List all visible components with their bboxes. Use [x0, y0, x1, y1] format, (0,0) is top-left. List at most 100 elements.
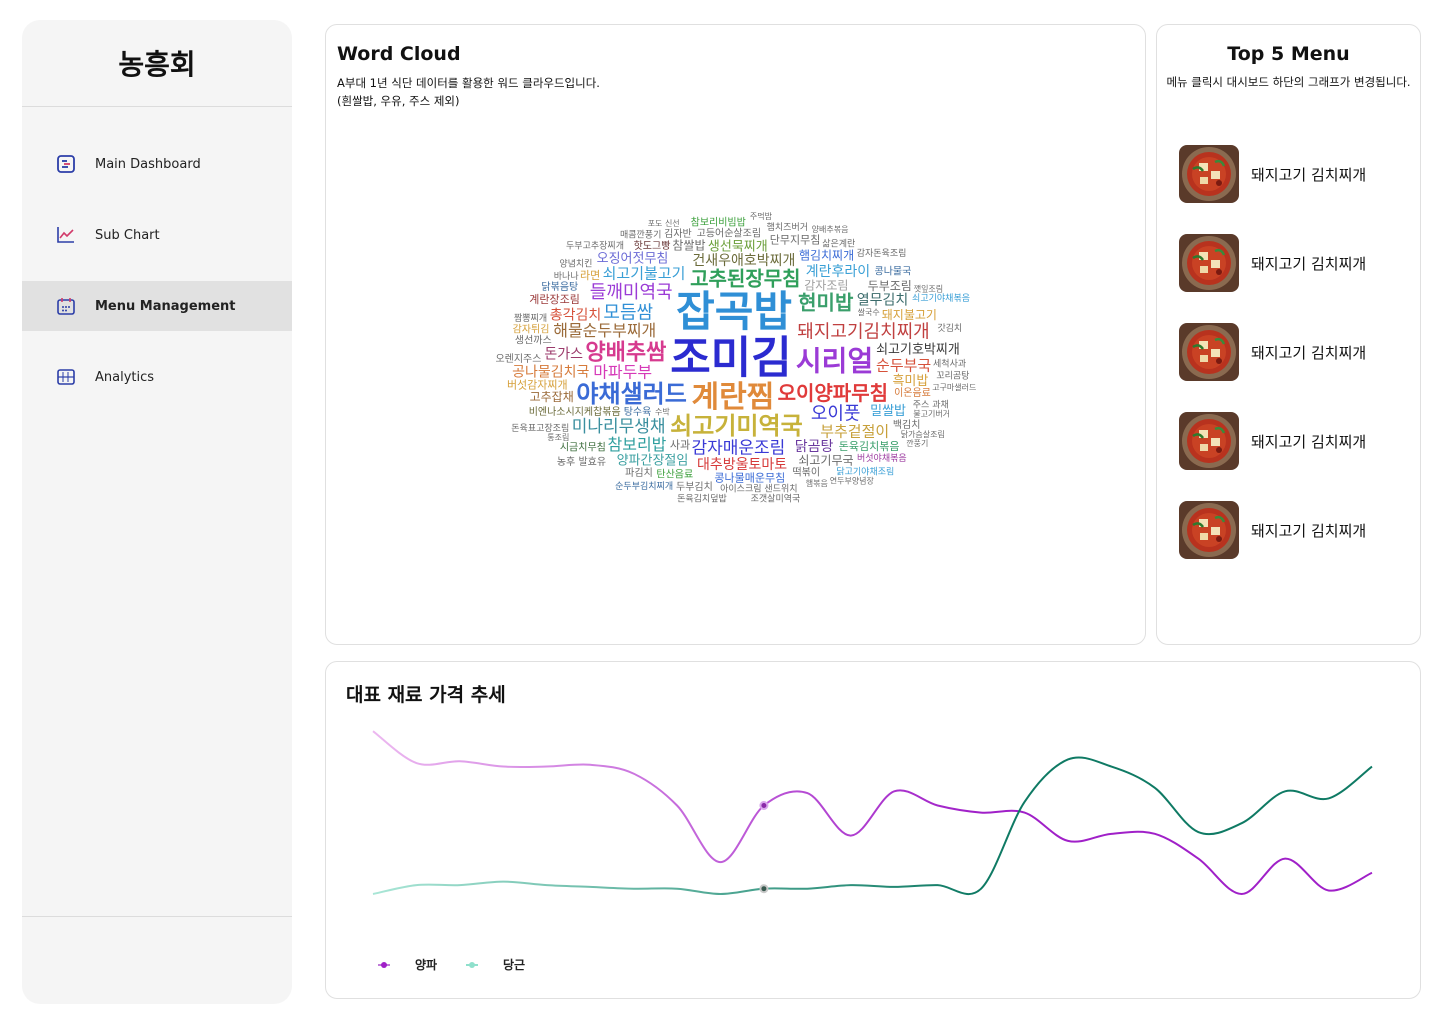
legend-label: 양파 — [415, 957, 437, 972]
sidebar-item-menu-management[interactable]: Menu Management — [22, 281, 292, 331]
word-cloud-word: 핫도그빵 — [634, 240, 671, 252]
word-cloud-word: 콩나물매운무침 — [714, 471, 785, 484]
word-cloud-word: 마파두부 — [593, 363, 652, 382]
word-cloud-word: 탕수육 — [624, 406, 652, 418]
sidebar-item-analytics[interactable]: Analytics — [22, 352, 292, 402]
word-cloud-word: 오징어젓무침 — [597, 251, 669, 266]
word-cloud-word: 탄산음료 — [656, 469, 693, 481]
word-cloud-word: 햄치즈버거 — [767, 221, 808, 233]
word-cloud-word: 연두부양념장 — [830, 475, 875, 485]
word-cloud-word: 돼지고기김치찌개 — [797, 321, 929, 342]
word-cloud-word: 감자매운조림 — [691, 438, 785, 458]
word-cloud-description-line1: A부대 1년 식단 데이터를 활용한 워드 클라우드입니다. — [337, 76, 600, 90]
word-cloud-word: 야채샐러드 — [576, 380, 686, 408]
top-menu-title: Top 5 Menu — [1227, 43, 1350, 65]
legend-label: 당근 — [503, 957, 525, 972]
word-cloud-word: 조미김 — [670, 333, 791, 384]
word-cloud-word: 고추잡채 — [530, 390, 574, 404]
top-menu-item[interactable]: 돼지고기 김치찌개 — [1179, 234, 1409, 292]
word-cloud-description-line2: (흰쌀밥, 우유, 주스 제외) — [337, 94, 460, 108]
stew-image — [1179, 323, 1239, 381]
dashboard-icon — [56, 154, 76, 174]
word-cloud-word: 쇠고기야채볶음 — [912, 293, 970, 304]
word-cloud-word: 라면 — [580, 269, 600, 282]
top-menu-item-label: 돼지고기 김치찌개 — [1251, 432, 1367, 451]
legend-item[interactable]: 양파 — [378, 957, 437, 972]
word-cloud-word: 모듬쌈 — [603, 303, 653, 324]
legend-marker — [381, 962, 387, 968]
word-cloud-word: 생선까스 — [515, 335, 552, 347]
word-cloud-word: 단무지무침 — [770, 234, 821, 247]
top-menu-item[interactable]: 돼지고기 김치찌개 — [1179, 501, 1409, 559]
word-cloud-word: 버섯감자찌개 — [507, 379, 568, 392]
word-cloud-word: 총각김치 — [550, 307, 602, 323]
word-cloud-word: 양념치킨 — [559, 257, 592, 269]
word-cloud-word: 불고기버거 — [913, 408, 950, 418]
word-cloud-word: 사과 — [670, 438, 690, 451]
sidebar-item-sub-chart[interactable]: Sub Chart — [22, 210, 292, 260]
top-menu-item[interactable]: 돼지고기 김치찌개 — [1179, 323, 1409, 381]
top-menu-item-label: 돼지고기 김치찌개 — [1251, 521, 1367, 540]
sidebar-item-label: Menu Management — [95, 298, 236, 314]
stew-image — [1179, 234, 1239, 292]
top-menu-description: 메뉴 클릭시 대시보드 하단의 그래프가 변경됩니다. — [1166, 75, 1411, 89]
word-cloud-word: 바나나 — [554, 271, 579, 282]
word-cloud-word: 시리얼 — [796, 344, 873, 377]
word-cloud-word: 감자튀김 — [513, 324, 550, 336]
word-cloud-word: 꼬리곰탕 — [936, 370, 969, 381]
top-menu-item-label: 돼지고기 김치찌개 — [1251, 254, 1367, 273]
top-menu-item[interactable]: 돼지고기 김치찌개 — [1179, 145, 1409, 203]
word-cloud-word: 파김치 — [625, 467, 653, 479]
word-cloud-word: 김자반 — [664, 228, 692, 240]
word-cloud-word: 세척사과 — [933, 359, 966, 370]
sidebar: 농흥회 Main Dashboard Sub Chart Menu Manage… — [22, 20, 292, 1004]
stew-image — [1179, 145, 1239, 203]
word-cloud-word: 양파간장절임 — [617, 454, 689, 469]
brand-logo[interactable]: 농흥회 — [22, 20, 292, 107]
stew-image — [1179, 501, 1239, 559]
word-cloud-word: 조갯살미역국 — [751, 493, 801, 504]
word-cloud-word: 잡곡밥 — [676, 287, 792, 336]
word-cloud-word: 감자조림 — [804, 279, 848, 293]
word-cloud-word: 돈육김치볶음 — [839, 440, 900, 453]
word-cloud-word: 돼지불고기 — [882, 308, 937, 322]
word-cloud-word: 순두부김치찌개 — [615, 480, 673, 492]
word-cloud-word: 감자돈육조림 — [857, 247, 907, 259]
word-cloud-word: 오렌지주스 — [495, 353, 541, 365]
word-cloud-word: 오이양파무침 — [778, 381, 888, 405]
sidebar-item-label: Analytics — [95, 369, 155, 385]
word-cloud-word: 참보리비빔밥 — [691, 216, 746, 228]
word-cloud-word: 양배추볶음 — [812, 225, 849, 234]
word-cloud-word: 비엔나소시지케찹볶음 — [529, 406, 621, 418]
analytics-icon — [56, 367, 76, 387]
word-cloud-word: 갓김치 — [937, 322, 962, 334]
price-trend-card: 대표 재료 가격 추세 양파 당근 — [325, 661, 1421, 999]
word-cloud-word: 돈육김치덮밥 — [677, 492, 727, 504]
sidebar-nav: Main Dashboard Sub Chart Menu Management… — [22, 139, 292, 402]
word-cloud-word: 깐풍기 — [906, 438, 928, 448]
word-cloud-word: 순두부국 — [876, 356, 931, 374]
word-cloud-description: A부대 1년 식단 데이터를 활용한 워드 클라우드입니다. (흰쌀밥, 우유,… — [337, 74, 600, 110]
word-cloud-word: 고추된장무침 — [690, 266, 800, 290]
legend-item[interactable]: 당근 — [466, 957, 525, 972]
price-trend-chart: 양파 당근 — [372, 730, 1373, 972]
word-cloud-word: 쇠고기미역국 — [670, 412, 802, 440]
data-point[interactable] — [759, 884, 769, 894]
word-cloud-title: Word Cloud — [337, 43, 461, 65]
top-menu-item[interactable]: 돼지고기 김치찌개 — [1179, 412, 1409, 470]
word-cloud-word: 쇠고기호박찌개 — [876, 342, 960, 357]
word-cloud-word: 쌀국수 — [858, 308, 880, 317]
word-cloud-word: 생선묵찌개 — [708, 239, 768, 254]
word-cloud-word: 닭가슴살조림 — [901, 429, 945, 439]
word-cloud-word: 버섯야채볶음 — [857, 453, 907, 464]
word-cloud-word: 쇠고기무국 — [798, 453, 853, 467]
word-cloud-word: 들깨미역국 — [590, 282, 673, 303]
word-cloud-word: 이온음료 — [894, 387, 931, 399]
word-cloud-word: 오이풋 — [811, 403, 861, 424]
sidebar-item-main-dashboard[interactable]: Main Dashboard — [22, 139, 292, 189]
top-menu-card: Top 5 Menu 메뉴 클릭시 대시보드 하단의 그래프가 변경됩니다. 돼… — [1156, 24, 1421, 645]
word-cloud-word: 계란찜 — [691, 380, 774, 415]
top-menu-item-label: 돼지고기 김치찌개 — [1251, 165, 1367, 184]
data-point[interactable] — [759, 801, 769, 810]
word-cloud-word: 깻잎조림 — [914, 284, 943, 294]
